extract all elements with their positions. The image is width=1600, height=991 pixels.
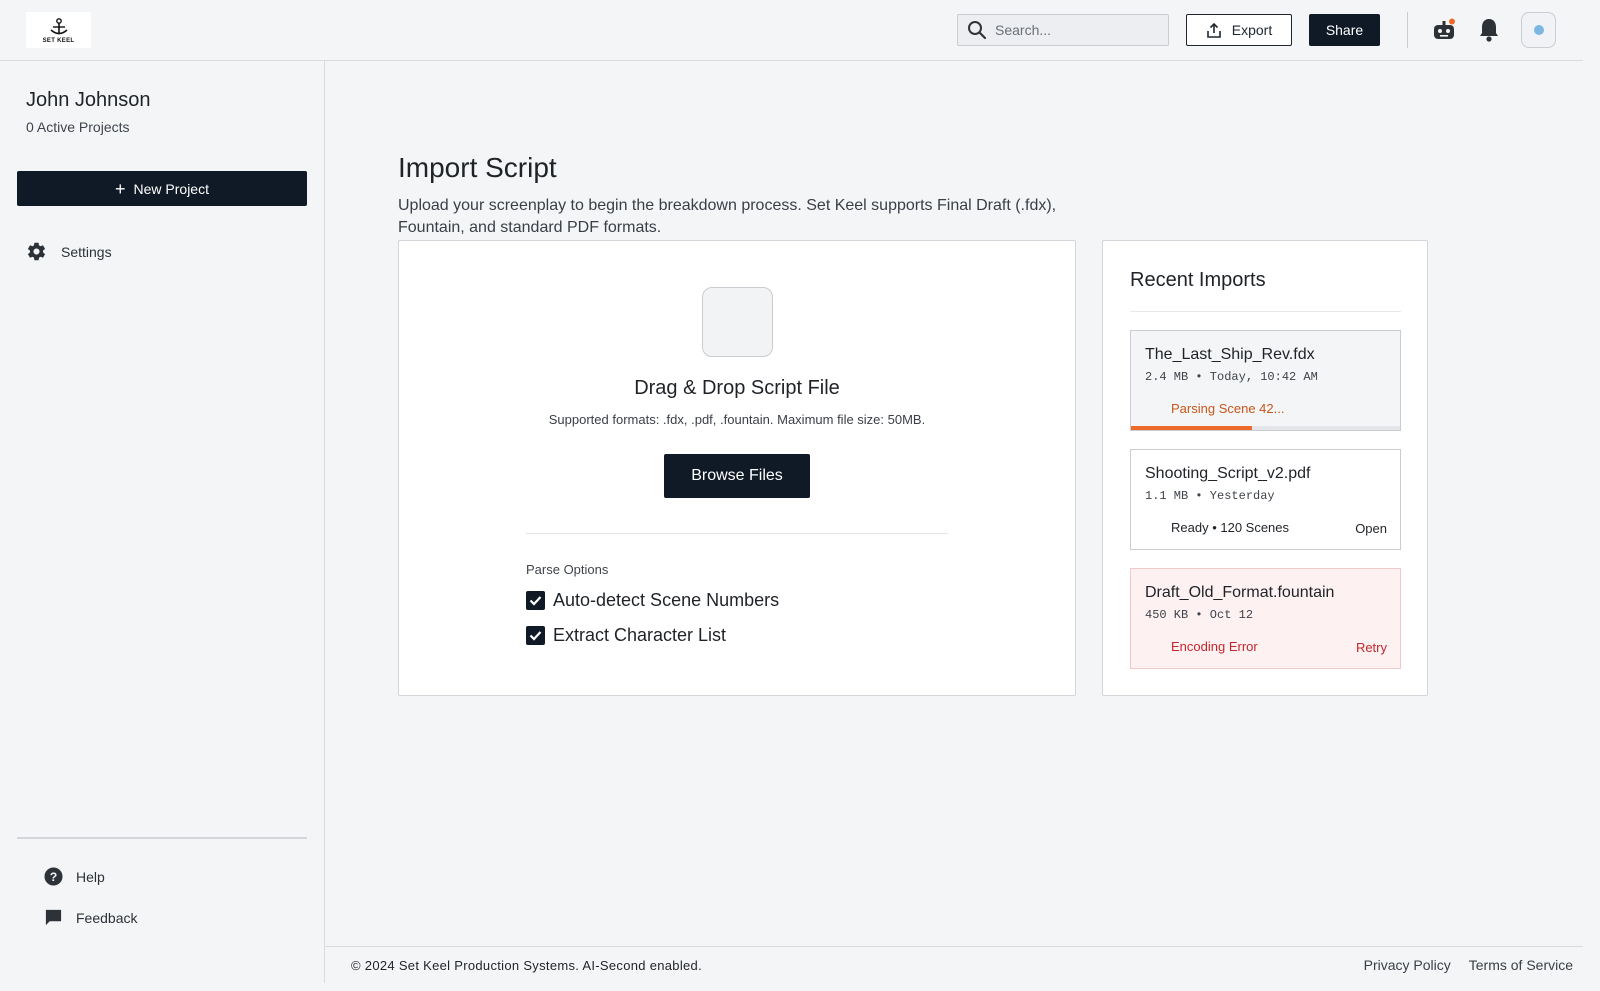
export-label: Export bbox=[1231, 22, 1273, 38]
ship-wheel-logo-icon bbox=[49, 17, 68, 34]
feedback-label: Feedback bbox=[76, 909, 138, 926]
import-file-meta: 2.4 MB • Today, 10:42 AM bbox=[1145, 370, 1318, 384]
import-status: Parsing Scene 42... bbox=[1171, 401, 1285, 416]
parse-options-label: Parse Options bbox=[526, 562, 609, 577]
chat-icon bbox=[45, 909, 62, 926]
footer: © 2024 Set Keel Production Systems. AI-S… bbox=[325, 946, 1583, 983]
settings-label: Settings bbox=[61, 243, 112, 260]
user-name: John Johnson bbox=[26, 89, 151, 111]
sidebar-item-settings[interactable]: Settings bbox=[26, 241, 112, 262]
gear-icon bbox=[27, 242, 46, 261]
import-file-meta: 450 KB • Oct 12 bbox=[1145, 608, 1254, 622]
import-file-meta: 1.1 MB • Yesterday bbox=[1145, 489, 1275, 503]
ai-assistant-icon[interactable] bbox=[1432, 18, 1456, 42]
import-item[interactable]: Shooting_Script_v2.pdf 1.1 MB • Yesterda… bbox=[1130, 449, 1401, 550]
file-drop-icon bbox=[702, 287, 773, 357]
import-item[interactable]: The_Last_Ship_Rev.fdx 2.4 MB • Today, 10… bbox=[1130, 330, 1401, 431]
parse-progress-fill bbox=[1131, 426, 1253, 430]
import-file-name: Shooting_Script_v2.pdf bbox=[1145, 465, 1311, 482]
upload-dropzone-card[interactable]: Drag & Drop Script File Supported format… bbox=[398, 240, 1076, 696]
page-title: Import Script bbox=[398, 152, 557, 183]
active-projects-count: 0 Active Projects bbox=[26, 119, 130, 135]
logo-text: SET KEEL bbox=[42, 37, 75, 44]
notification-dot bbox=[1449, 18, 1455, 25]
drop-title: Drag & Drop Script File bbox=[634, 377, 840, 399]
extract-characters-checkbox[interactable] bbox=[526, 626, 545, 645]
user-avatar[interactable] bbox=[1521, 12, 1556, 48]
footer-links: Privacy Policy Terms of Service bbox=[1364, 957, 1573, 973]
top-header: SET KEEL Export Share bbox=[0, 0, 1583, 61]
extract-character-list-option[interactable]: Extract Character List bbox=[526, 625, 726, 646]
app-logo[interactable]: SET KEEL bbox=[26, 12, 91, 48]
copyright-text: © 2024 Set Keel Production Systems. AI-S… bbox=[351, 958, 702, 973]
upload-icon bbox=[1206, 22, 1221, 38]
page-description: Upload your screenplay to begin the brea… bbox=[398, 197, 1057, 236]
new-project-label: New Project bbox=[133, 180, 209, 197]
help-label: Help bbox=[76, 868, 105, 885]
search-box[interactable] bbox=[957, 14, 1169, 46]
import-item[interactable]: Draft_Old_Format.fountain 450 KB • Oct 1… bbox=[1130, 568, 1401, 669]
retry-link[interactable]: Retry bbox=[1356, 640, 1387, 655]
plus-icon: + bbox=[115, 178, 126, 199]
recent-divider bbox=[1130, 311, 1401, 312]
browse-files-button[interactable]: Browse Files bbox=[664, 454, 810, 498]
auto-detect-checkbox[interactable] bbox=[526, 591, 545, 610]
supported-formats-text: Supported formats: .fdx, .pdf, .fountain… bbox=[548, 412, 926, 427]
share-button[interactable]: Share bbox=[1309, 14, 1380, 46]
header-divider bbox=[1407, 12, 1408, 48]
import-file-name: Draft_Old_Format.fountain bbox=[1145, 584, 1335, 601]
bell-icon[interactable] bbox=[1477, 17, 1501, 43]
checkmark-icon bbox=[529, 596, 542, 606]
privacy-policy-link[interactable]: Privacy Policy bbox=[1364, 957, 1451, 973]
import-status: Ready • 120 Scenes bbox=[1171, 520, 1290, 535]
sidebar-divider bbox=[17, 837, 307, 839]
checkmark-icon bbox=[529, 631, 542, 641]
extract-characters-label: Extract Character List bbox=[553, 625, 727, 645]
terms-of-service-link[interactable]: Terms of Service bbox=[1469, 957, 1573, 973]
card-divider bbox=[526, 533, 948, 534]
export-button[interactable]: Export bbox=[1186, 14, 1292, 46]
sidebar-item-help[interactable]: ? Help bbox=[44, 867, 105, 886]
search-input[interactable] bbox=[995, 22, 1155, 38]
recent-imports-title: Recent Imports bbox=[1130, 269, 1266, 291]
open-link[interactable]: Open bbox=[1355, 521, 1387, 536]
new-project-button[interactable]: + New Project bbox=[17, 171, 307, 206]
auto-detect-label: Auto-detect Scene Numbers bbox=[553, 590, 780, 610]
svg-text:?: ? bbox=[50, 870, 58, 884]
search-icon bbox=[968, 21, 987, 40]
help-icon: ? bbox=[44, 867, 63, 886]
sidebar: John Johnson 0 Active Projects + New Pro… bbox=[0, 61, 325, 983]
parse-progress-bar bbox=[1131, 426, 1400, 430]
recent-imports-panel: Recent Imports The_Last_Ship_Rev.fdx 2.4… bbox=[1102, 240, 1428, 696]
import-status: Encoding Error bbox=[1171, 639, 1258, 654]
import-file-name: The_Last_Ship_Rev.fdx bbox=[1145, 346, 1315, 363]
sidebar-item-feedback[interactable]: Feedback bbox=[44, 908, 137, 927]
auto-detect-scene-numbers-option[interactable]: Auto-detect Scene Numbers bbox=[526, 590, 779, 611]
avatar-image bbox=[1533, 25, 1544, 35]
